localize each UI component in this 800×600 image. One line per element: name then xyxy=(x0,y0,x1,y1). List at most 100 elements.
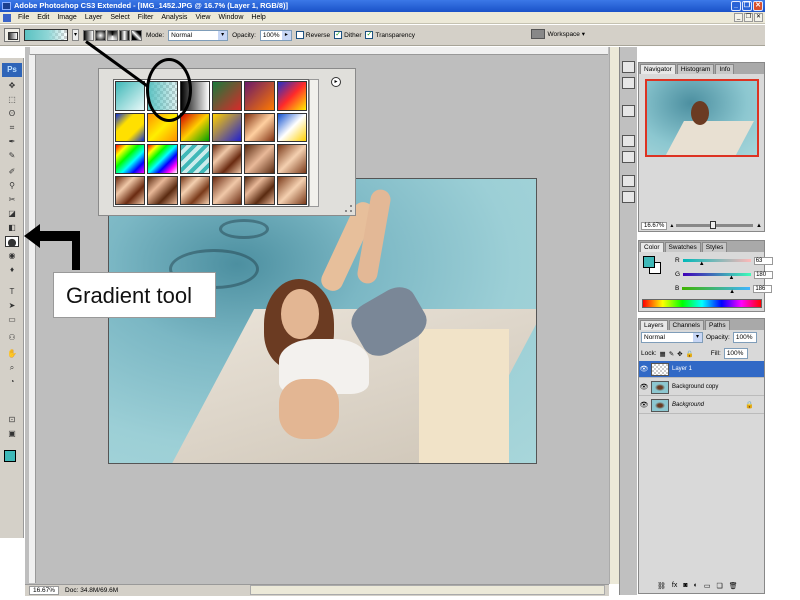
blend-mode-select[interactable]: Normal ▾ xyxy=(641,332,703,343)
tab-info[interactable]: Info xyxy=(715,64,735,74)
dither-checkbox[interactable]: ✓ xyxy=(334,31,343,39)
angle-gradient-button[interactable] xyxy=(107,29,118,41)
tab-paths[interactable]: Paths xyxy=(704,320,730,330)
gradient-swatch-21[interactable] xyxy=(179,175,210,205)
gradient-picker-dropdown[interactable]: ▾ xyxy=(72,29,79,41)
visibility-eye-icon[interactable]: 👁 xyxy=(639,383,649,391)
path-selection-tool[interactable]: ➤ xyxy=(5,300,19,311)
gradient-swatch-12[interactable] xyxy=(276,112,307,142)
gradient-swatch-23[interactable] xyxy=(244,175,275,205)
doc-close-button[interactable]: ✕ xyxy=(754,13,763,22)
document-icon[interactable] xyxy=(3,13,11,22)
chevron-right-icon[interactable]: ▸ xyxy=(281,30,291,40)
transparency-option[interactable]: ✓ Transparency xyxy=(365,31,415,39)
channel-value-field[interactable]: 63 xyxy=(753,256,773,265)
crop-tool[interactable]: ✒ xyxy=(5,136,19,147)
tab-histogram[interactable]: Histogram xyxy=(676,64,715,74)
blur-tool[interactable]: ◉ xyxy=(5,250,19,261)
color-foreground-swatch[interactable] xyxy=(643,256,655,268)
vertical-ruler[interactable] xyxy=(29,55,36,583)
gradient-swatch-20[interactable] xyxy=(147,175,178,205)
slice-tool[interactable]: ✎ xyxy=(5,150,19,161)
brushes-icon[interactable] xyxy=(622,135,635,147)
doc-restore-button[interactable]: ❐ xyxy=(744,13,753,22)
horizontal-scrollbar[interactable] xyxy=(250,585,605,595)
picker-menu-button[interactable]: ▸ xyxy=(331,77,341,87)
menu-select[interactable]: Select xyxy=(110,14,129,21)
character-icon[interactable] xyxy=(622,175,635,187)
history-brush-tool[interactable]: ◪ xyxy=(5,208,19,219)
move-tool[interactable]: ✥ xyxy=(5,80,19,91)
clone-stamp-tool[interactable]: ✂ xyxy=(5,194,19,205)
channel-value-field[interactable]: 180 xyxy=(754,270,774,279)
layer-row[interactable]: 👁 Background copy xyxy=(639,379,764,396)
gradient-tool[interactable]: ⬤ xyxy=(5,236,19,247)
layer-opacity-field[interactable]: 100% xyxy=(732,332,757,343)
palette-well-icon[interactable] xyxy=(530,29,545,39)
lock-transparency-icon[interactable]: ▦ xyxy=(660,350,666,358)
brush-tool[interactable]: ⚲ xyxy=(5,180,19,191)
mode-select[interactable]: Normal ▾ xyxy=(168,29,229,41)
layer-row[interactable]: 👁 Layer 1 xyxy=(639,361,764,378)
gradient-swatch-1[interactable] xyxy=(115,81,146,111)
zoom-slider-thumb[interactable] xyxy=(710,221,717,229)
color-slider-g[interactable]: G ▲ 180 xyxy=(675,270,774,281)
lock-all-icon[interactable]: 🔒 xyxy=(686,350,694,358)
gradient-swatch-18[interactable] xyxy=(276,144,307,174)
gradient-swatch-24[interactable] xyxy=(276,175,307,205)
type-tool[interactable]: T xyxy=(5,286,19,297)
menu-view[interactable]: View xyxy=(195,14,210,21)
eyedropper-tool[interactable]: ◔ xyxy=(5,376,19,387)
reverse-checkbox[interactable] xyxy=(295,31,304,39)
reflected-gradient-button[interactable] xyxy=(119,29,130,41)
trash-icon[interactable]: 🗑 xyxy=(729,582,738,590)
gradient-swatch-9[interactable] xyxy=(179,112,210,142)
picker-scrollbar[interactable] xyxy=(309,79,319,207)
gradient-swatch-15[interactable] xyxy=(179,144,210,174)
slider-thumb-icon[interactable]: ▲ xyxy=(729,289,735,295)
dodge-tool[interactable]: ♦ xyxy=(5,264,19,275)
resize-grip-icon[interactable] xyxy=(345,205,352,212)
radial-gradient-button[interactable] xyxy=(95,29,106,41)
actions-icon[interactable] xyxy=(622,77,635,89)
gradient-swatch-17[interactable] xyxy=(244,144,275,174)
gradient-swatch-14[interactable] xyxy=(147,144,178,174)
fill-field[interactable]: 100% xyxy=(723,348,748,359)
lock-image-icon[interactable]: ✎ xyxy=(669,350,674,358)
horizontal-ruler[interactable] xyxy=(30,47,608,55)
doc-size-info[interactable]: Doc: 34.8M/69.6M xyxy=(65,587,118,594)
history-icon[interactable] xyxy=(622,61,635,73)
close-button[interactable]: ✕ xyxy=(753,1,763,11)
workspace-menu[interactable]: Workspace ▾ xyxy=(548,30,585,38)
pen-tool[interactable]: ⚇ xyxy=(5,332,19,343)
foreground-color-swatch[interactable] xyxy=(4,450,16,462)
layer-style-icon[interactable]: fx xyxy=(672,582,677,590)
zoom-out-icon[interactable]: ▴ xyxy=(670,222,673,229)
zoom-in-icon[interactable]: ▲ xyxy=(756,223,762,229)
color-slider-r[interactable]: R ▲ 63 xyxy=(675,256,773,267)
tab-styles[interactable]: Styles xyxy=(701,242,728,252)
paragraph-icon[interactable] xyxy=(622,191,635,203)
menu-analysis[interactable]: Analysis xyxy=(161,14,187,21)
restore-button[interactable]: ❐ xyxy=(742,1,752,11)
channel-value-field[interactable]: 186 xyxy=(753,284,773,293)
gradient-swatch-16[interactable] xyxy=(212,144,243,174)
gradient-swatch-11[interactable] xyxy=(244,112,275,142)
color-slider-b[interactable]: B ▲ 186 xyxy=(675,284,773,295)
gradient-swatch-6[interactable] xyxy=(276,81,307,111)
transparency-checkbox[interactable]: ✓ xyxy=(365,31,374,39)
zoom-slider[interactable] xyxy=(676,221,754,229)
new-group-icon[interactable]: ▭ xyxy=(704,582,711,590)
diamond-gradient-button[interactable] xyxy=(131,29,142,41)
dither-option[interactable]: ✓ Dither xyxy=(334,31,361,39)
doc-minimize-button[interactable]: _ xyxy=(734,13,743,22)
minimize-button[interactable]: _ xyxy=(731,1,741,11)
healing-brush-tool[interactable]: ✐ xyxy=(5,166,19,177)
menu-image[interactable]: Image xyxy=(57,14,76,21)
navigator-zoom-field[interactable]: 16.67% xyxy=(641,221,668,230)
zoom-tool[interactable]: ⌕ xyxy=(5,362,19,373)
menu-file[interactable]: File xyxy=(18,14,29,21)
clone-source-icon[interactable] xyxy=(622,151,635,163)
tab-color[interactable]: Color xyxy=(640,242,664,252)
menu-layer[interactable]: Layer xyxy=(85,14,103,21)
